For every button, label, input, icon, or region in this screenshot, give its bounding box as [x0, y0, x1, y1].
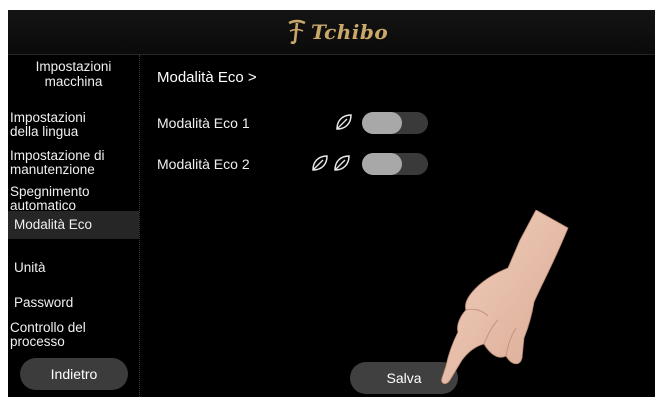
- eco-leaf-icon: [312, 155, 328, 171]
- eco-mode-2-label: Modalità Eco 2: [157, 156, 250, 172]
- machine-screen: Tchibo Impostazioni macchina Impostazion…: [8, 10, 655, 397]
- page-title: Modalità Eco >: [157, 69, 257, 86]
- sidebar-item-password[interactable]: Password: [8, 296, 139, 310]
- eco-mode-1-label: Modalità Eco 1: [157, 115, 250, 131]
- toggle-knob: [362, 112, 402, 134]
- sidebar-item-units[interactable]: Unità: [8, 261, 139, 275]
- pointing-hand-icon: [441, 210, 569, 384]
- eco-leaf-icon: [334, 155, 350, 171]
- brand-name: Tchibo: [311, 20, 389, 44]
- tchibo-cup-icon: [288, 19, 306, 45]
- sidebar-item-language[interactable]: Impostazioni della lingua: [8, 111, 139, 139]
- sidebar-item-auto-off[interactable]: Spegnimento automatico: [8, 185, 139, 213]
- eco-mode-2-toggle[interactable]: [362, 153, 428, 175]
- eco-leaf-icon: [336, 114, 352, 130]
- eco-mode-1-toggle[interactable]: [362, 112, 428, 134]
- header-bar: Tchibo: [8, 10, 655, 55]
- sidebar-item-eco-mode[interactable]: Modalità Eco: [8, 211, 139, 239]
- back-button[interactable]: Indietro: [20, 358, 128, 390]
- brand-logo: Tchibo: [286, 18, 388, 46]
- sidebar-item-process-control[interactable]: Controllo del processo: [8, 321, 139, 349]
- sidebar-title: Impostazioni macchina: [35, 59, 112, 89]
- settings-sidebar: Impostazioni macchina Impostazioni della…: [8, 55, 140, 397]
- toggle-knob: [362, 153, 402, 175]
- sidebar-item-maintenance[interactable]: Impostazione di manutenzione: [8, 149, 139, 177]
